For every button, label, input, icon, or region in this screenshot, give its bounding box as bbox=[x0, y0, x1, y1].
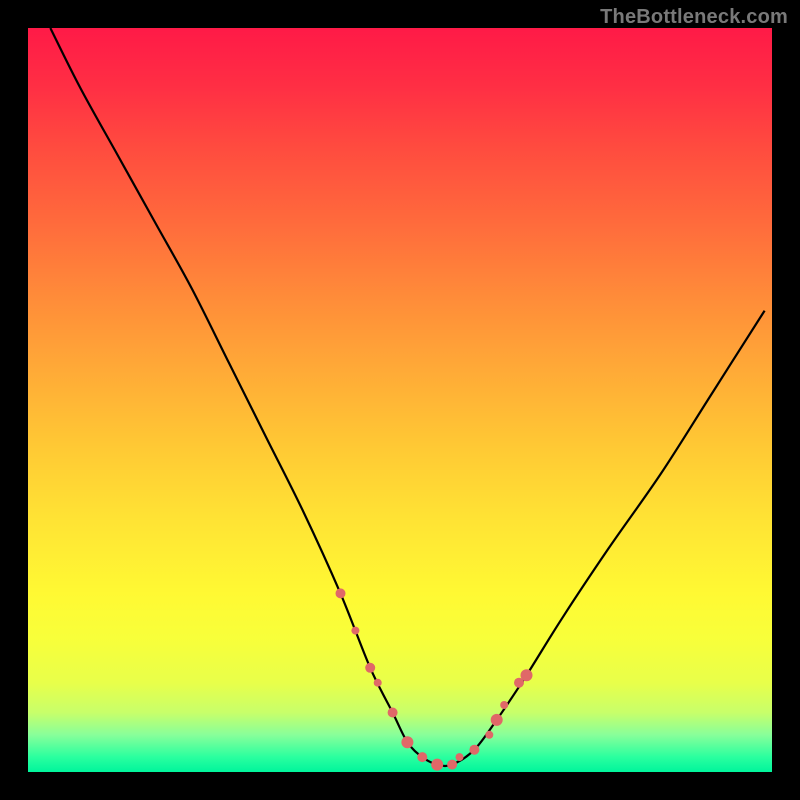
chart-marker bbox=[351, 627, 359, 635]
chart-marker bbox=[456, 753, 464, 761]
chart-marker bbox=[447, 760, 457, 770]
chart-marker bbox=[388, 708, 398, 718]
chart-plot-area bbox=[28, 28, 772, 772]
chart-marker bbox=[417, 752, 427, 762]
chart-marker bbox=[521, 669, 533, 681]
chart-marker bbox=[485, 731, 493, 739]
chart-marker bbox=[401, 736, 413, 748]
watermark-text: TheBottleneck.com bbox=[600, 6, 788, 29]
chart-marker bbox=[491, 714, 503, 726]
chart-marker bbox=[336, 588, 346, 598]
chart-marker bbox=[500, 701, 508, 709]
chart-markers-group bbox=[336, 588, 533, 770]
chart-marker bbox=[469, 745, 479, 755]
chart-marker bbox=[431, 759, 443, 771]
bottleneck-curve-line bbox=[50, 28, 764, 766]
chart-marker bbox=[374, 679, 382, 687]
chart-marker bbox=[365, 663, 375, 673]
chart-svg bbox=[28, 28, 772, 772]
